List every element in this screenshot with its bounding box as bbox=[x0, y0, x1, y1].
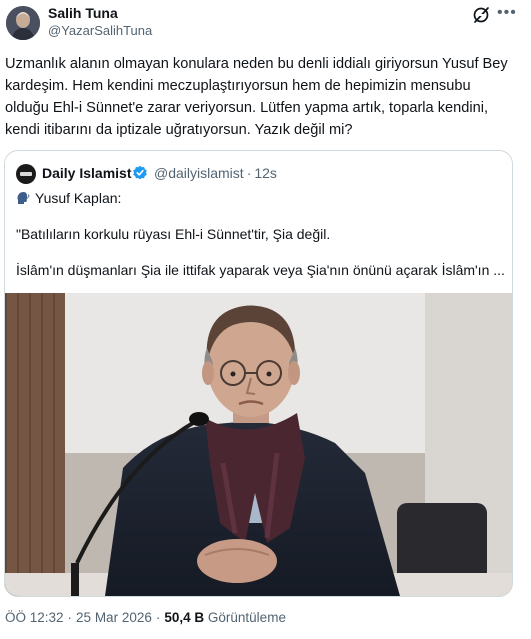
quoted-photo[interactable] bbox=[5, 293, 512, 596]
quoted-author-name[interactable]: Daily Islamist bbox=[42, 165, 132, 181]
tweet-time[interactable]: ÖÖ 12:32 bbox=[5, 610, 64, 625]
more-icon[interactable]: ••• bbox=[497, 4, 517, 22]
views-count[interactable]: 50,4 B bbox=[164, 610, 204, 625]
quoted-line-3: İslâm'ın düşmanları Şia ile ittifak yapa… bbox=[16, 262, 505, 278]
tweet-text: Uzmanlık alanın olmayan konulara neden b… bbox=[5, 56, 508, 138]
author-name[interactable]: Salih Tuna bbox=[48, 5, 118, 21]
footer-separator: · bbox=[67, 610, 73, 625]
author-handle[interactable]: @YazarSalihTuna bbox=[48, 23, 152, 38]
tweet-header: Salih Tuna @YazarSalihTuna ••• bbox=[0, 0, 531, 44]
views-label: Görüntüleme bbox=[207, 610, 286, 625]
tweet-footer: ÖÖ 12:32 · 25 Mar 2026 · 50,4 B Görüntüleme bbox=[5, 610, 286, 625]
author-avatar[interactable] bbox=[6, 6, 40, 40]
quoted-author-avatar[interactable] bbox=[16, 164, 36, 184]
speaking-head-icon bbox=[17, 192, 30, 204]
quoted-tweet[interactable]: Daily Islamist @dailyislamist · 12s Yusuf … bbox=[4, 150, 513, 597]
footer-separator-2: · bbox=[155, 610, 161, 625]
quoted-line-1-text: Yusuf Kaplan: bbox=[35, 190, 122, 206]
quoted-line-2: "Batılıların korkulu rüyası Ehl-i Sünnet… bbox=[16, 226, 331, 242]
quoted-meta: @dailyislamist · 12s bbox=[154, 165, 277, 181]
quoted-author-handle[interactable]: @dailyislamist bbox=[154, 165, 244, 181]
quoted-line-1: Yusuf Kaplan: bbox=[16, 190, 121, 206]
verified-badge-icon bbox=[133, 165, 147, 180]
grok-icon[interactable] bbox=[472, 6, 490, 24]
tweet-date[interactable]: 25 Mar 2026 bbox=[76, 610, 152, 625]
quoted-time[interactable]: 12s bbox=[254, 165, 277, 181]
meta-separator: · bbox=[246, 165, 252, 181]
photo-illustration bbox=[5, 293, 512, 596]
